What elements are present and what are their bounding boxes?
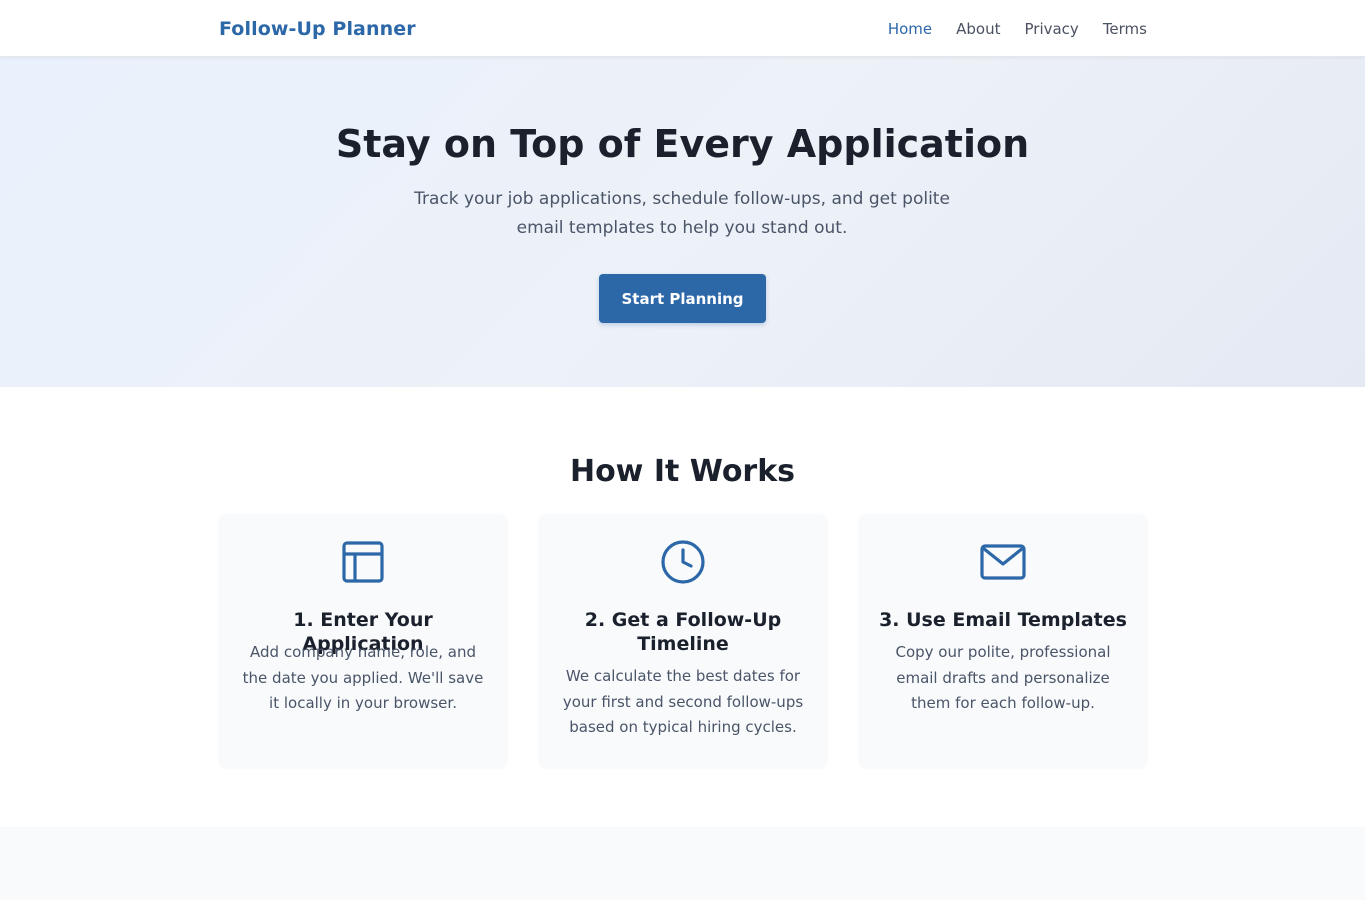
card-description: We calculate the best dates for your fir… xyxy=(562,667,804,736)
card-title: 2. Get a Follow-Up Timeline xyxy=(584,609,782,655)
site-header: Follow-Up Planner Home About Privacy Ter… xyxy=(0,0,1365,57)
hero-subtitle: Track your job applications, schedule fo… xyxy=(414,189,950,238)
header-inner: Follow-Up Planner Home About Privacy Ter… xyxy=(219,0,1147,57)
how-it-works-title: How It Works xyxy=(569,454,796,489)
start-planning-button[interactable]: Start Planning xyxy=(599,274,766,323)
nav-link-terms[interactable]: Terms xyxy=(1103,20,1147,38)
feature-card-enter-application: 1. Enter Your Application Add company na… xyxy=(219,514,507,767)
feature-card-email-templates: 3. Use Email Templates Copy our polite, … xyxy=(859,514,1147,767)
nav-link-about[interactable]: About xyxy=(956,20,1000,38)
card-description: Copy our polite, professional email draf… xyxy=(895,643,1111,712)
card-description: Add company name, role, and the date you… xyxy=(242,643,484,712)
layout-icon xyxy=(342,541,384,583)
nav-link-privacy[interactable]: Privacy xyxy=(1025,20,1079,38)
hero-title: Stay on Top of Every Application xyxy=(335,122,1030,166)
nav-link-home[interactable]: Home xyxy=(888,20,932,38)
main-nav: Home About Privacy Terms xyxy=(888,20,1147,38)
next-section-band xyxy=(0,827,1365,900)
mail-icon xyxy=(980,544,1026,580)
clock-icon xyxy=(661,540,705,584)
hero-section: Stay on Top of Every Application Track y… xyxy=(0,57,1365,387)
feature-card-follow-up-timeline: 2. Get a Follow-Up Timeline We calculate… xyxy=(539,514,827,767)
card-title: 3. Use Email Templates xyxy=(879,609,1127,631)
brand-logo-link[interactable]: Follow-Up Planner xyxy=(219,18,416,40)
